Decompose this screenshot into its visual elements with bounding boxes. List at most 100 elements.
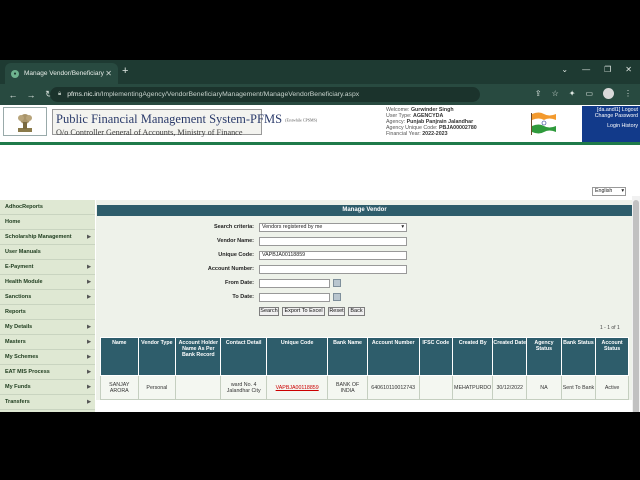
column-header: Account Status	[595, 337, 629, 376]
sidebar-item-label: EAT MIS Process	[5, 369, 50, 375]
sidebar-item[interactable]: Sanctions ▶	[0, 290, 95, 305]
user-info: Welcome: Gurwinder Singh User Type: AGEN…	[386, 107, 477, 137]
sidebar-item[interactable]: EAT MIS Process ▶	[0, 365, 95, 380]
submenu-arrow-icon: ▶	[87, 234, 91, 240]
sidebar-item-label: My Schemes	[5, 354, 39, 360]
sidebar-item[interactable]: Health Module ▶	[0, 275, 95, 290]
to-date-label: To Date:	[232, 294, 254, 300]
sidebar-item[interactable]: Scholarship Management ▶	[0, 230, 95, 245]
search-criteria-select[interactable]: Vendors registered by me ▾	[259, 223, 407, 232]
sidebar-item[interactable]: My Funds ▶	[0, 380, 95, 395]
search-criteria-value: Vendors registered by me	[262, 224, 323, 230]
unique-code-label: Unique Code:	[218, 252, 254, 258]
account-number-label: Account Number:	[207, 266, 254, 272]
chevron-down-icon[interactable]: ⌄	[561, 65, 568, 74]
vendor-name-label: Vendor Name:	[217, 238, 254, 244]
from-date-label: From Date:	[224, 280, 254, 286]
table-header-row: Name Vendor Type Account Holder Name As Pe…	[100, 337, 629, 376]
sidebar-item[interactable]: Home	[0, 215, 95, 230]
browser-tab[interactable]: ● Manage Vendor/Beneficiary ✕	[5, 63, 118, 84]
table-cell	[418, 375, 454, 400]
sidebar-item-label: Sanctions	[5, 294, 32, 300]
export-excel-button[interactable]: Export To Excel	[282, 307, 325, 316]
column-header: Agency Status	[526, 337, 562, 376]
login-history-link[interactable]: Login History	[584, 123, 638, 129]
emblem-icon	[18, 113, 32, 132]
share-icon[interactable]: ⇪	[535, 89, 542, 98]
reset-button[interactable]: Reset	[328, 307, 345, 316]
url-host: pfms.nic.in	[67, 91, 100, 98]
column-header: Bank Status	[560, 337, 597, 376]
sidebar-item[interactable]: My Details ▶	[0, 320, 95, 335]
scrollbar-thumb[interactable]	[633, 200, 639, 412]
sidebar-item-label: User Manuals	[5, 249, 41, 255]
to-date-input[interactable]	[259, 293, 330, 302]
sidebar-item[interactable]: Transfers ▶	[0, 395, 95, 410]
sidebar-item-label: Health Module	[5, 279, 43, 285]
submenu-arrow-icon: ▶	[87, 354, 91, 360]
calendar-icon[interactable]	[333, 293, 341, 301]
site-title: Public Financial Management System-PFMS	[56, 112, 283, 126]
table-cell: MEHATPURDO	[452, 375, 494, 400]
content-blank-area	[96, 400, 632, 412]
column-header: Account Number	[366, 337, 420, 376]
tab-close-icon[interactable]: ✕	[105, 69, 112, 78]
back-arrow-icon[interactable]: ←	[8, 90, 18, 100]
table-cell: SANJAY ARORA	[100, 375, 139, 400]
sidebar-item-label: Scholarship Management	[5, 234, 72, 240]
column-header: Created By	[452, 337, 494, 376]
table-cell: 640610110012743	[366, 375, 420, 400]
column-header: Name	[100, 337, 139, 376]
lock-icon[interactable]: 🔒︎	[58, 91, 61, 98]
sidebar-item[interactable]: Masters ▶	[0, 335, 95, 350]
site-title-suffix: (Erstwhile CPSMS)	[285, 117, 318, 123]
search-button[interactable]: Search	[259, 307, 279, 316]
india-flag-icon	[531, 112, 556, 135]
submenu-arrow-icon: ▶	[87, 369, 91, 375]
submenu-arrow-icon: ▶	[87, 279, 91, 285]
window-controls: ⌄ — ❐ ✕	[561, 65, 632, 74]
submenu-arrow-icon: ▶	[87, 294, 91, 300]
financial-year-value: 2022-2023	[422, 131, 448, 137]
calendar-icon[interactable]	[333, 279, 341, 287]
table-body: SANJAY ARORA Personal ward No. 4 Jalandhar…	[100, 375, 629, 400]
sidebar-item[interactable]: E-Payment ▶	[0, 260, 95, 275]
table-cell: BANK OF INDIA	[327, 375, 368, 400]
minimize-icon[interactable]: —	[582, 65, 590, 74]
unique-code-input[interactable]: VAPBJA00118859	[259, 251, 407, 260]
header-divider	[0, 142, 640, 145]
extensions-icon[interactable]: ✦	[569, 89, 576, 98]
table-cell: Personal	[137, 375, 177, 400]
table-cell	[175, 375, 222, 400]
national-emblem-logo	[3, 107, 47, 136]
vendor-name-input[interactable]	[259, 237, 407, 246]
from-date-input[interactable]	[259, 279, 330, 288]
submenu-arrow-icon: ▶	[87, 384, 91, 390]
forward-arrow-icon[interactable]: →	[26, 90, 36, 100]
sidebar-item[interactable]: Advances▶	[0, 410, 95, 412]
sidebar-item[interactable]: AdhocReports	[0, 200, 95, 215]
more-menu-icon[interactable]: ⋮	[624, 89, 632, 98]
bookmark-star-icon[interactable]: ☆	[552, 89, 559, 98]
url-input[interactable]: 🔒︎ pfms.nic.in /ImplementingAgency/Vendo…	[50, 87, 480, 102]
address-bar-row: ← → ↻ 🔒︎ pfms.nic.in /ImplementingAgency…	[0, 84, 640, 105]
site-subtitle: O/o Controller General of Accounts, Mini…	[56, 128, 243, 137]
language-value: English	[595, 188, 613, 194]
top-right-links: [da.andl1] Logout Change Password Login …	[582, 106, 640, 142]
sidebar-item-label: Transfers	[5, 399, 30, 405]
unique-code-link[interactable]: VAPBJA00118859	[265, 375, 329, 400]
new-tab-icon[interactable]: +	[122, 65, 128, 77]
submenu-arrow-icon: ▶	[87, 339, 91, 345]
sidebar-item[interactable]: Reports	[0, 305, 95, 320]
language-dropdown[interactable]: English ▾	[592, 187, 626, 196]
account-number-input[interactable]	[259, 265, 407, 274]
restore-icon[interactable]: ❐	[604, 65, 611, 74]
back-button[interactable]: Back	[348, 307, 365, 316]
sidebar-item[interactable]: User Manuals	[0, 245, 95, 260]
close-window-icon[interactable]: ✕	[625, 65, 632, 74]
sidebar-item[interactable]: My Schemes ▶	[0, 350, 95, 365]
change-password-link[interactable]: Change Password	[584, 113, 638, 119]
tab-strip: ● Manage Vendor/Beneficiary ✕ + ⌄ — ❐ ✕	[0, 60, 640, 84]
profile-avatar[interactable]	[603, 88, 614, 99]
sidebar-panel-icon[interactable]: ▭	[585, 89, 593, 98]
